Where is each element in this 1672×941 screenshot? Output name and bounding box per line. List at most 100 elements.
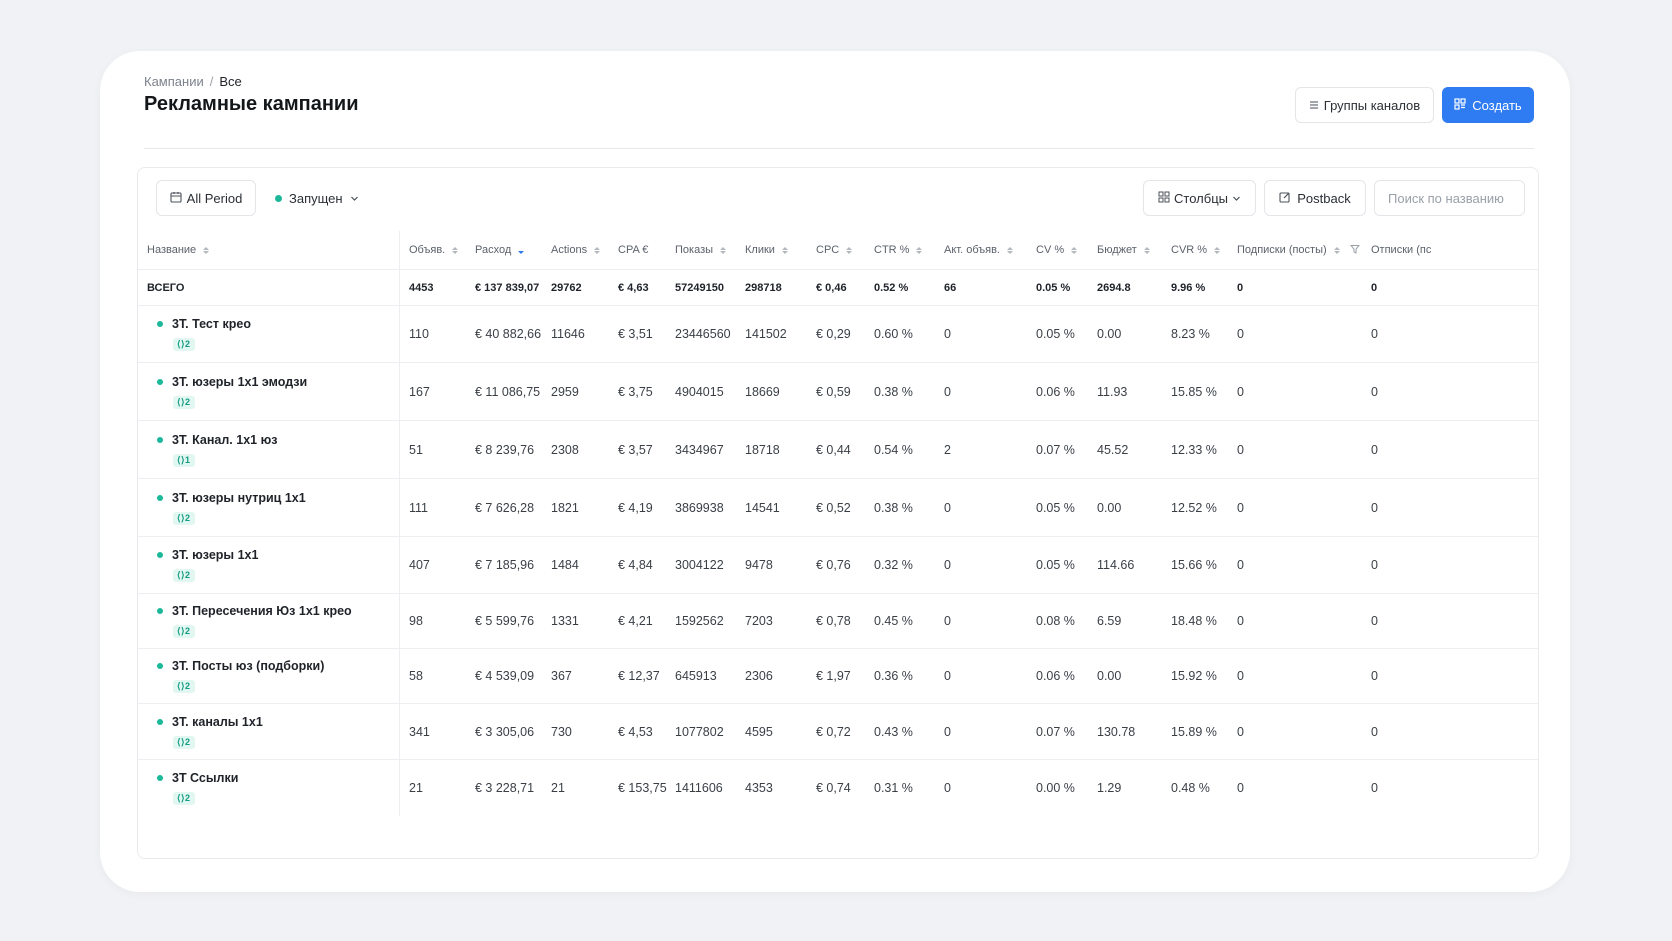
campaign-name-cell[interactable]: 3Т. Пересечения Юз 1х1 крео ⟨⟩2	[157, 594, 352, 648]
column-header-label: Акт. объяв.	[944, 244, 1000, 256]
cell-unsubscriptions: 0	[1371, 669, 1378, 683]
sort-icon[interactable]	[781, 246, 788, 254]
table-row[interactable]: 3Т. Посты юз (подборки) ⟨⟩2 58 € 4 539,09 36…	[138, 648, 1538, 703]
cell-spend: € 4 539,09	[475, 669, 535, 683]
cell-ads: 58	[409, 669, 423, 683]
cell-spend: € 40 882,66	[475, 327, 542, 341]
column-header-impressions[interactable]: Показы	[675, 231, 727, 269]
campaign-name-cell[interactable]: 3Т. каналы 1х1 ⟨⟩2	[157, 704, 263, 759]
column-header-cpc[interactable]: CPC	[816, 231, 853, 269]
column-header-cv[interactable]: CV %	[1036, 231, 1078, 269]
sort-icon[interactable]	[1143, 246, 1150, 254]
sort-icon[interactable]	[1214, 246, 1221, 254]
cell-budget: 130.78	[1097, 724, 1136, 739]
campaign-name-cell[interactable]: 3Т. юзеры нутриц 1х1 ⟨⟩2	[157, 479, 306, 536]
cell-actions: 2959	[551, 384, 579, 399]
cell-active-ads: 0	[944, 384, 951, 399]
cell-active-ads: 2	[944, 442, 951, 457]
sort-icon[interactable]	[452, 246, 459, 254]
cell-subscriptions: 0	[1237, 781, 1244, 795]
campaign-name[interactable]: 3Т Ссылки	[172, 771, 238, 785]
table-header-row: Название Объяв. Расход Actions CPA € Показы Кл…	[138, 231, 1538, 269]
sort-icon[interactable]	[203, 246, 210, 254]
campaign-name-cell[interactable]: 3Т. Канал. 1х1 юз ⟨⟩1	[157, 421, 277, 478]
cell-cv: 0.06 %	[1036, 384, 1075, 399]
column-header-label: Название	[147, 244, 197, 256]
sort-icon[interactable]	[1333, 246, 1340, 254]
cell-cpc: € 0,59	[816, 384, 851, 399]
campaign-name-cell[interactable]: 3Т. юзеры 1х1 эмодзи ⟨⟩2	[157, 363, 307, 420]
cell-cpc: € 0,29	[816, 327, 851, 341]
campaign-name[interactable]: 3Т. Посты юз (подборки)	[172, 659, 324, 673]
campaign-name-cell[interactable]: 3Т. Посты юз (подборки) ⟨⟩2	[157, 649, 324, 703]
table-row[interactable]: 3Т. Пересечения Юз 1х1 крео ⟨⟩2 98 € 5 599,…	[138, 593, 1538, 648]
campaign-name-line: 3Т. каналы 1х1	[157, 715, 263, 729]
sort-icon[interactable]	[518, 247, 525, 254]
column-header-ads[interactable]: Объяв.	[409, 231, 459, 269]
campaign-name[interactable]: 3Т. Тест крео	[172, 317, 251, 331]
cell-cv: 0.00 %	[1036, 781, 1075, 795]
column-header-budget[interactable]: Бюджет	[1097, 231, 1150, 269]
search-input[interactable]	[1374, 180, 1525, 216]
column-header-ctr[interactable]: CTR %	[874, 231, 923, 269]
postback-button[interactable]: Postback	[1264, 180, 1366, 216]
name-column-divider	[399, 649, 400, 703]
cell-cv: 0.05 %	[1036, 327, 1075, 341]
column-header-active-ads[interactable]: Акт. объяв.	[944, 231, 1013, 269]
sort-icon[interactable]	[846, 246, 853, 254]
table-row[interactable]: 3Т. каналы 1х1 ⟨⟩2 341 € 3 305,06 730 € 4,53 1…	[138, 703, 1538, 759]
column-header-actions[interactable]: Actions	[551, 231, 601, 269]
campaign-name-line: 3Т. юзеры нутриц 1х1	[157, 491, 306, 505]
campaign-name[interactable]: 3Т. Канал. 1х1 юз	[172, 433, 277, 447]
sort-icon[interactable]	[594, 246, 601, 254]
cell-actions: 1331	[551, 614, 579, 628]
column-header-spend[interactable]: Расход	[475, 231, 525, 269]
sort-icon[interactable]	[916, 246, 923, 254]
column-header-label: CVR %	[1171, 244, 1208, 256]
table-row[interactable]: 3Т. Тест крео ⟨⟩2 110 € 40 882,66 11646 € 3,5…	[138, 305, 1538, 362]
table-row[interactable]: 3Т Ссылки ⟨⟩2 21 € 3 228,71 21 € 153,75 141160…	[138, 759, 1538, 816]
column-header-unsubscriptions[interactable]: Отписки (пс	[1371, 231, 1431, 269]
column-header-clicks[interactable]: Клики	[745, 231, 788, 269]
campaign-name[interactable]: 3Т. юзеры 1х1 эмодзи	[172, 375, 307, 389]
table-row[interactable]: 3Т. юзеры нутриц 1х1 ⟨⟩2 111 € 7 626,28 1821…	[138, 478, 1538, 536]
campaign-name-cell[interactable]: 3Т Ссылки ⟨⟩2	[157, 760, 238, 816]
status-dot	[157, 321, 163, 327]
cell-cpa: € 3,51	[618, 327, 653, 341]
total-cpc: € 0,46	[816, 281, 847, 294]
campaign-name[interactable]: 3Т. юзеры нутриц 1х1	[172, 491, 306, 505]
chevron-down-icon	[1232, 191, 1241, 206]
column-header-subscriptions[interactable]: Подписки (посты)	[1237, 231, 1360, 269]
sort-icon[interactable]	[1071, 246, 1078, 254]
column-header-cvr[interactable]: CVR %	[1171, 231, 1221, 269]
sort-icon[interactable]	[720, 246, 727, 254]
campaign-name[interactable]: 3Т. Пересечения Юз 1х1 крео	[172, 604, 352, 618]
cell-cvr: 18.48 %	[1171, 614, 1217, 628]
cell-subscriptions: 0	[1237, 614, 1244, 628]
column-header-name[interactable]: Название	[147, 231, 210, 269]
table-row[interactable]: 3Т. Канал. 1х1 юз ⟨⟩1 51 € 8 239,76 2308 € 3,…	[138, 420, 1538, 478]
cell-unsubscriptions: 0	[1371, 781, 1378, 795]
table-row[interactable]: 3Т. юзеры 1х1 ⟨⟩2 407 € 7 185,96 1484 € 4,84 3…	[138, 536, 1538, 593]
column-header-cpa[interactable]: CPA €	[618, 231, 648, 269]
columns-button[interactable]: Столбцы	[1143, 180, 1256, 216]
columns-grid-icon	[1158, 191, 1170, 206]
cell-active-ads: 0	[944, 500, 951, 515]
cell-clicks: 4353	[745, 781, 773, 795]
table-row[interactable]: 3Т. юзеры 1х1 эмодзи ⟨⟩2 167 € 11 086,75 295…	[138, 362, 1538, 420]
create-button[interactable]: Создать	[1442, 87, 1534, 123]
campaign-name-cell[interactable]: 3Т. Тест крео ⟨⟩2	[157, 306, 251, 362]
column-header-label: Показы	[675, 244, 714, 256]
campaign-name[interactable]: 3Т. юзеры 1х1	[172, 548, 258, 562]
channel-groups-button[interactable]: Группы каналов	[1295, 87, 1434, 123]
cell-cvr: 8.23 %	[1171, 327, 1210, 341]
status-filter-select[interactable]: Запущен	[275, 180, 359, 216]
campaign-name[interactable]: 3Т. каналы 1х1	[172, 715, 263, 729]
period-button[interactable]: All Period	[156, 180, 256, 216]
name-column-divider	[399, 270, 400, 305]
cell-actions: 11646	[551, 327, 585, 341]
filter-icon[interactable]	[1349, 244, 1360, 257]
breadcrumb-parent[interactable]: Кампании	[144, 74, 204, 89]
campaign-name-cell[interactable]: 3Т. юзеры 1х1 ⟨⟩2	[157, 537, 258, 593]
sort-icon[interactable]	[1007, 246, 1013, 254]
